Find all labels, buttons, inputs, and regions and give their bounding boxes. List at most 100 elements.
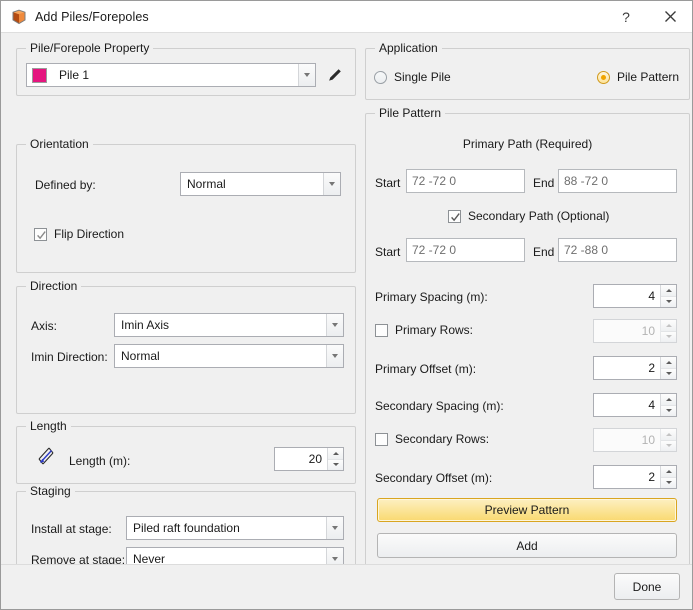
spinner-up-icon[interactable] <box>661 320 676 332</box>
primary-end-value: 88 -72 0 <box>564 174 609 188</box>
primary-start-label: Start <box>375 176 401 190</box>
pencil-icon[interactable] <box>326 66 344 87</box>
group-direction-legend: Direction <box>26 279 82 293</box>
right-column: Application Single Pile Pile Pattern Pil… <box>365 41 690 596</box>
single-pile-label: Single Pile <box>394 70 451 84</box>
secondary-offset-value: 2 <box>648 470 655 484</box>
radio-single-pile[interactable]: Single Pile <box>374 70 451 84</box>
spinner-buttons[interactable] <box>660 320 676 342</box>
imin-direction-combo[interactable]: Normal <box>114 344 344 368</box>
spinner-up-icon[interactable] <box>661 466 676 478</box>
radio-pile-pattern[interactable]: Pile Pattern <box>597 70 679 84</box>
secondary-start-input[interactable]: 72 -72 0 <box>406 238 525 262</box>
spinner-up-icon[interactable] <box>661 394 676 406</box>
defined-by-combo[interactable]: Normal <box>180 172 341 196</box>
checkbox-box <box>375 432 388 446</box>
checkbox-box <box>375 323 388 337</box>
primary-rows-label: Primary Rows: <box>395 323 474 337</box>
group-orientation-legend: Orientation <box>26 137 93 151</box>
left-column: Pile/Forepole Property Pile 1 Orientatio… <box>9 41 356 596</box>
secondary-spacing-label: Secondary Spacing (m): <box>375 399 504 413</box>
imin-direction-value: Normal <box>121 349 160 363</box>
spinner-up-icon[interactable] <box>661 285 676 297</box>
spinner-down-icon[interactable] <box>328 459 343 470</box>
add-button-label: Add <box>516 538 538 553</box>
radio-ring <box>374 70 387 84</box>
primary-offset-label: Primary Offset (m): <box>375 362 477 376</box>
secondary-start-label: Start <box>375 245 401 259</box>
done-button-label: Done <box>632 579 662 594</box>
spinner-down-icon[interactable] <box>661 296 676 307</box>
primary-spacing-spinner[interactable]: 4 <box>593 284 677 308</box>
install-at-stage-combo[interactable]: Piled raft foundation <box>126 516 344 540</box>
secondary-offset-spinner[interactable]: 2 <box>593 465 677 489</box>
primary-rows-checkbox[interactable]: Primary Rows: <box>375 323 473 337</box>
primary-end-input[interactable]: 88 -72 0 <box>558 169 677 193</box>
spinner-buttons[interactable] <box>660 357 676 379</box>
primary-start-input[interactable]: 72 -72 0 <box>406 169 525 193</box>
primary-start-value: 72 -72 0 <box>412 174 457 188</box>
axis-combo[interactable]: Imin Axis <box>114 313 344 337</box>
chevron-down-icon[interactable] <box>326 517 343 539</box>
length-spinner[interactable]: 20 <box>274 447 344 471</box>
secondary-offset-label: Secondary Offset (m): <box>375 471 493 485</box>
add-button[interactable]: Add <box>377 533 677 558</box>
spinner-buttons[interactable] <box>660 394 676 416</box>
spinner-down-icon[interactable] <box>661 368 676 379</box>
close-button[interactable] <box>648 1 692 32</box>
spinner-down-icon[interactable] <box>661 331 676 342</box>
primary-rows-value: 10 <box>641 324 655 338</box>
spinner-buttons[interactable] <box>660 285 676 307</box>
length-measure-icon <box>33 443 59 472</box>
length-value: 20 <box>308 452 322 466</box>
spinner-down-icon[interactable] <box>661 477 676 488</box>
install-at-stage-label: Install at stage: <box>31 522 112 536</box>
secondary-rows-label: Secondary Rows: <box>395 432 490 446</box>
spinner-up-icon[interactable] <box>661 357 676 369</box>
primary-rows-spinner[interactable]: 10 <box>593 319 677 343</box>
primary-offset-spinner[interactable]: 2 <box>593 356 677 380</box>
secondary-spacing-spinner[interactable]: 4 <box>593 393 677 417</box>
chevron-down-icon[interactable] <box>326 345 343 367</box>
flip-direction-checkbox[interactable]: Flip Direction <box>34 227 124 241</box>
spinner-buttons[interactable] <box>660 466 676 488</box>
help-button[interactable]: ? <box>604 1 648 32</box>
spinner-down-icon[interactable] <box>661 440 676 451</box>
secondary-rows-value: 10 <box>641 433 655 447</box>
chevron-down-icon[interactable] <box>323 173 340 195</box>
group-orientation: Orientation <box>16 137 356 273</box>
spinner-up-icon[interactable] <box>661 429 676 441</box>
primary-offset-value: 2 <box>648 361 655 375</box>
pile-property-value: Pile 1 <box>59 68 90 82</box>
spinner-buttons[interactable] <box>660 429 676 451</box>
pile-property-combo[interactable]: Pile 1 <box>26 63 316 87</box>
chevron-down-icon[interactable] <box>326 314 343 336</box>
secondary-path-checkbox[interactable]: Secondary Path (Optional) <box>448 209 609 223</box>
flip-direction-label: Flip Direction <box>54 227 125 241</box>
group-length-legend: Length <box>26 419 71 433</box>
primary-path-title: Primary Path (Required) <box>462 137 593 151</box>
imin-direction-label: Imin Direction: <box>31 350 108 364</box>
checkbox-box <box>34 227 47 241</box>
secondary-rows-checkbox[interactable]: Secondary Rows: <box>375 432 489 446</box>
group-application-legend: Application <box>375 41 442 55</box>
axis-label: Axis: <box>31 319 58 333</box>
preview-pattern-button[interactable]: Preview Pattern <box>377 498 677 522</box>
pile-3d-icon <box>10 8 28 26</box>
spinner-up-icon[interactable] <box>328 448 343 460</box>
done-button[interactable]: Done <box>614 573 680 600</box>
primary-spacing-label: Primary Spacing (m): <box>375 290 488 304</box>
spinner-buttons[interactable] <box>327 448 343 470</box>
secondary-start-value: 72 -72 0 <box>412 243 457 257</box>
secondary-end-input[interactable]: 72 -88 0 <box>558 238 677 262</box>
dialog-footer: Done <box>1 564 692 609</box>
secondary-end-label: End <box>533 245 555 259</box>
window-title: Add Piles/Forepoles <box>35 9 149 24</box>
chevron-down-icon[interactable] <box>298 64 315 86</box>
check-icon <box>37 230 46 239</box>
secondary-rows-spinner[interactable]: 10 <box>593 428 677 452</box>
group-pile-pattern-legend: Pile Pattern <box>375 106 446 120</box>
primary-spacing-value: 4 <box>648 289 655 303</box>
spinner-down-icon[interactable] <box>661 405 676 416</box>
secondary-end-value: 72 -88 0 <box>564 243 609 257</box>
